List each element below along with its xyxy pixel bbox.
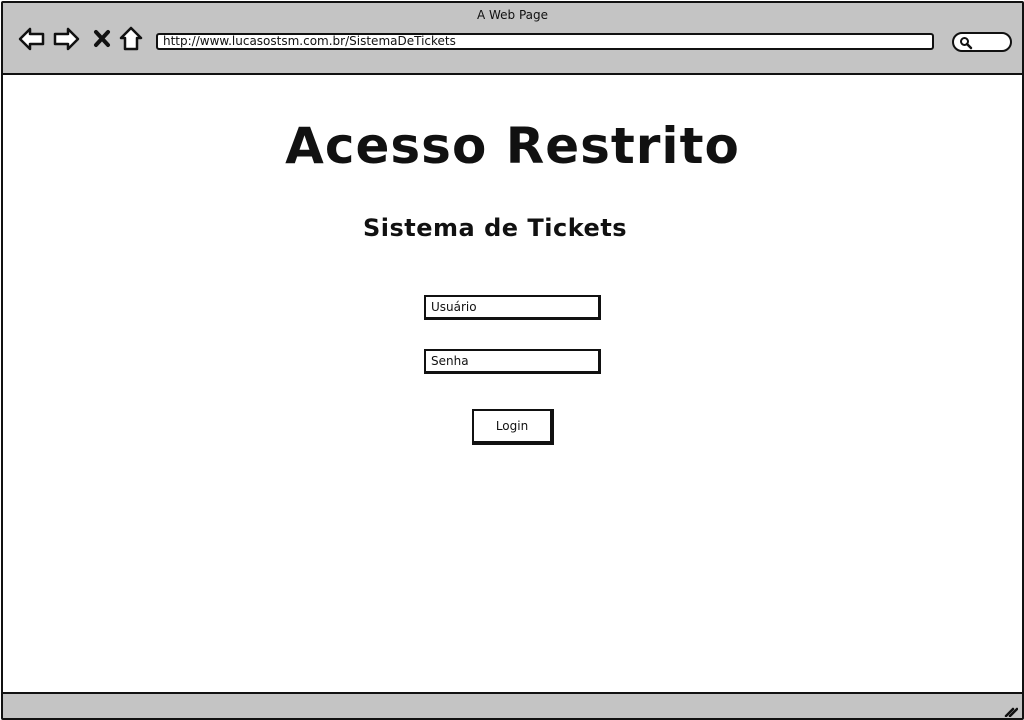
page-content: Acesso Restrito Sistema de Tickets Login [3,75,1022,692]
window-title: A Web Page [476,8,549,22]
password-input[interactable] [424,349,601,374]
address-bar[interactable]: http://www.lucasostsm.com.br/SistemaDeTi… [156,33,934,50]
page-subtitle: Sistema de Tickets [363,214,628,242]
close-icon [94,30,110,47]
back-button[interactable] [17,25,45,53]
status-bar [3,692,1022,718]
home-icon [119,26,143,51]
browser-window: A Web Page http://www.lucasostsm.com.br/… [1,1,1024,720]
resize-grip-icon[interactable] [1004,703,1018,717]
arrow-left-icon [18,27,45,51]
stop-button[interactable] [91,25,119,53]
home-button[interactable] [118,25,146,53]
login-button[interactable]: Login [472,409,554,445]
search-icon [960,37,973,50]
search-button[interactable] [952,32,1012,52]
username-input[interactable] [424,295,601,320]
arrow-right-icon [53,27,80,51]
page-title: Acesso Restrito [285,117,740,175]
forward-button[interactable] [53,25,81,53]
browser-toolbar: A Web Page http://www.lucasostsm.com.br/… [3,3,1022,75]
